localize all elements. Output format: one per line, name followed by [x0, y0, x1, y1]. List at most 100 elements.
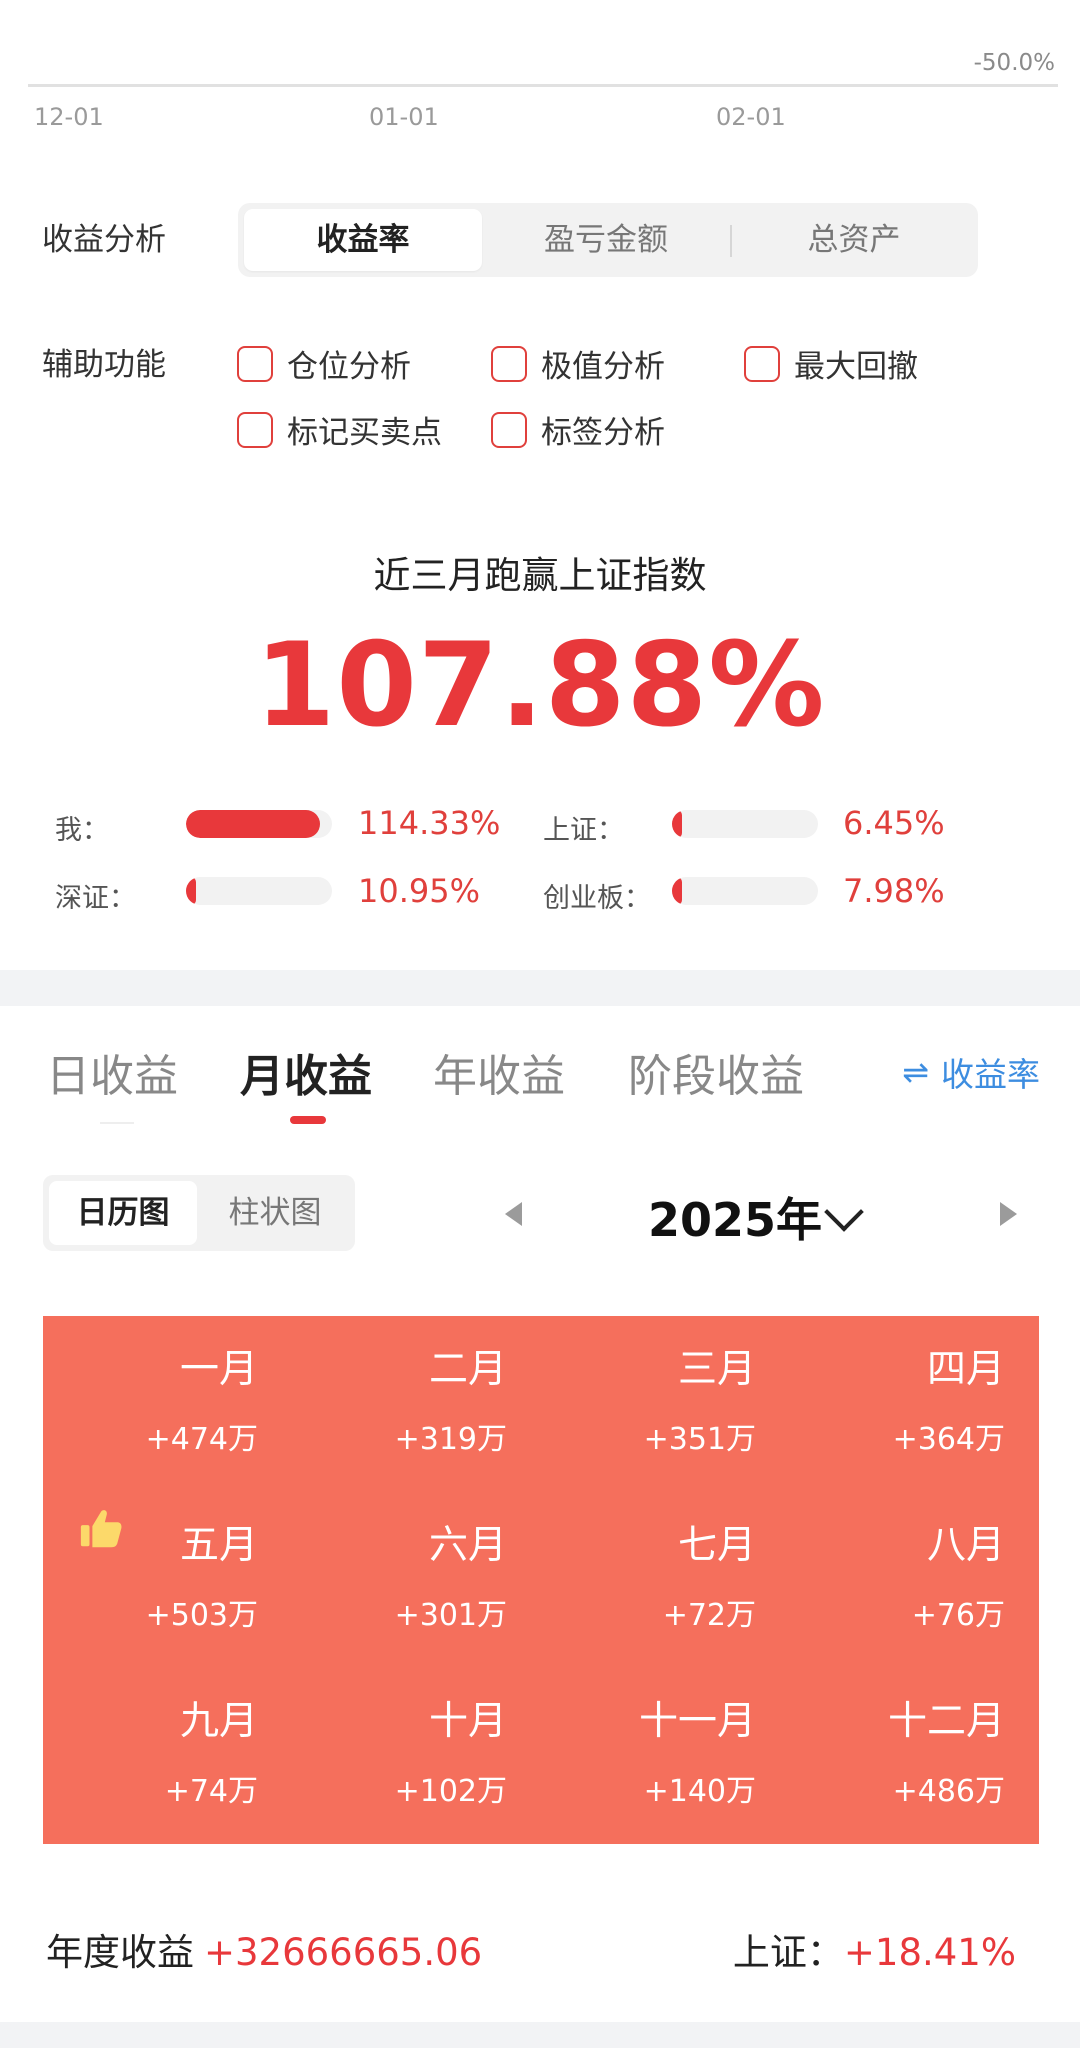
month-value: +72万: [662, 1598, 756, 1633]
month-name: 二月: [428, 1347, 507, 1392]
month-calendar: 一月 +474万 二月 +319万 三月 +351万 四月 +364万五月 +503万 六月 +30…: [43, 1316, 1039, 1844]
aux-checkbox-position[interactable]: 仓位分析: [237, 341, 411, 386]
tab-faint-underline: [100, 1122, 134, 1124]
annual-return: 年度收益 +32666665.06: [46, 1922, 482, 1976]
month-cell[interactable]: 十二月 +486万: [790, 1668, 1039, 1844]
swap-arrows-icon: ⇌: [902, 1053, 929, 1091]
checkbox-box-icon: [491, 411, 527, 448]
checkbox-box-icon: [237, 411, 273, 448]
year-label[interactable]: 2025年: [648, 1184, 822, 1250]
month-name: 四月: [926, 1347, 1005, 1392]
aux-checkbox-max-drawdown[interactable]: 最大回撤: [744, 341, 918, 386]
view-bar-button[interactable]: 柱状图: [201, 1181, 349, 1245]
month-value: +102万: [394, 1774, 507, 1809]
month-name: 七月: [677, 1523, 756, 1568]
compare-bar-sz: [186, 877, 332, 905]
chart-x-tick: 02-01: [716, 103, 786, 131]
month-name: 十二月: [887, 1699, 1005, 1744]
index-return: 上证：+18.41%: [733, 1922, 1016, 1976]
month-value: +140万: [643, 1774, 756, 1809]
seg-option-rate[interactable]: 收益率: [244, 209, 482, 271]
compare-label-cyb: 创业板：: [543, 883, 651, 914]
rate-switch-button[interactable]: ⇌ 收益率: [902, 1048, 1040, 1096]
month-value: +486万: [892, 1774, 1005, 1809]
month-cell[interactable]: 九月 +74万: [43, 1668, 292, 1844]
month-name: 九月: [179, 1699, 258, 1744]
month-value: +319万: [394, 1422, 507, 1457]
aux-checkbox-trade-points[interactable]: 标记买卖点: [237, 407, 442, 452]
checkbox-label: 最大回撤: [794, 349, 918, 385]
tab-stage[interactable]: 阶段收益: [628, 1040, 804, 1104]
aux-checkbox-extreme[interactable]: 极值分析: [491, 341, 665, 386]
month-cell[interactable]: 十一月 +140万: [541, 1668, 790, 1844]
month-cell[interactable]: 六月 +301万: [292, 1492, 541, 1668]
month-name: 三月: [677, 1347, 756, 1392]
compare-bar-sh: [672, 810, 818, 838]
month-name: 六月: [428, 1523, 507, 1568]
chart-x-tick: 12-01: [34, 103, 104, 131]
section-separator: [0, 970, 1080, 1006]
compare-value-sh: 6.45%: [843, 804, 945, 842]
checkbox-label: 标签分析: [541, 415, 665, 451]
aux-checkbox-tags[interactable]: 标签分析: [491, 407, 665, 452]
checkbox-label: 仓位分析: [287, 349, 411, 385]
checkbox-label: 极值分析: [541, 349, 665, 385]
chart-axis-line: [28, 84, 1058, 87]
month-cell[interactable]: 五月 +503万: [43, 1492, 292, 1668]
rate-switch-label: 收益率: [941, 1055, 1040, 1094]
beat-title: 近三月跑赢上证指数: [373, 554, 707, 597]
month-name: 八月: [926, 1523, 1005, 1568]
compare-value-cyb: 7.98%: [843, 872, 945, 910]
checkbox-box-icon: [237, 345, 273, 382]
tab-yearly[interactable]: 年收益: [433, 1040, 565, 1104]
annual-return-value: +32666665.06: [204, 1931, 483, 1974]
checkbox-box-icon: [744, 345, 780, 382]
analysis-label: 收益分析: [42, 222, 166, 258]
month-value: +76万: [911, 1598, 1005, 1633]
month-cell[interactable]: 十月 +102万: [292, 1668, 541, 1844]
month-cell[interactable]: 七月 +72万: [541, 1492, 790, 1668]
seg-divider: [730, 225, 732, 257]
month-value: +301万: [394, 1598, 507, 1633]
month-cell[interactable]: 三月 +351万: [541, 1316, 790, 1492]
month-value: +503万: [145, 1598, 258, 1633]
triangle-left-icon[interactable]: [505, 1202, 522, 1226]
view-toggle: 日历图 柱状图: [43, 1175, 355, 1251]
index-return-value: +18.41%: [843, 1931, 1016, 1974]
beat-value: 107.88%: [254, 618, 826, 753]
view-calendar-button[interactable]: 日历图: [49, 1181, 197, 1245]
compare-label-sh: 上证：: [543, 815, 624, 846]
month-cell[interactable]: 八月 +76万: [790, 1492, 1039, 1668]
month-name: 十一月: [638, 1699, 756, 1744]
analysis-segmented-control: 收益率 盈亏金额 总资产: [238, 203, 978, 277]
compare-value-sz: 10.95%: [358, 872, 481, 910]
month-value: +474万: [145, 1422, 258, 1457]
tab-monthly[interactable]: 月收益: [240, 1040, 372, 1104]
chart-y-label: -50.0%: [973, 50, 1055, 76]
compare-value-me: 114.33%: [358, 804, 501, 842]
compare-bar-me: [186, 810, 332, 838]
month-name: 一月: [179, 1347, 258, 1392]
seg-option-profit-amount[interactable]: 盈亏金额: [490, 209, 722, 271]
month-value: +364万: [892, 1422, 1005, 1457]
month-name: 五月: [179, 1523, 258, 1568]
compare-label-sz: 深证：: [55, 883, 136, 914]
index-return-label: 上证：: [732, 1931, 844, 1974]
chart-x-tick: 01-01: [369, 103, 439, 131]
checkbox-box-icon: [491, 345, 527, 382]
annual-return-label: 年度收益: [46, 1931, 194, 1974]
seg-option-total-assets[interactable]: 总资产: [738, 209, 970, 271]
aux-label: 辅助功能: [42, 347, 166, 383]
month-cell[interactable]: 一月 +474万: [43, 1316, 292, 1492]
month-value: +74万: [164, 1774, 258, 1809]
tab-active-underline: [290, 1116, 326, 1124]
compare-bar-cyb: [672, 877, 818, 905]
month-name: 十月: [428, 1699, 507, 1744]
triangle-right-icon[interactable]: [1000, 1202, 1017, 1226]
month-value: +351万: [643, 1422, 756, 1457]
month-cell[interactable]: 二月 +319万: [292, 1316, 541, 1492]
checkbox-label: 标记买卖点: [287, 415, 442, 451]
month-cell[interactable]: 四月 +364万: [790, 1316, 1039, 1492]
tab-daily[interactable]: 日收益: [46, 1040, 178, 1104]
chevron-down-icon[interactable]: [824, 1192, 864, 1232]
